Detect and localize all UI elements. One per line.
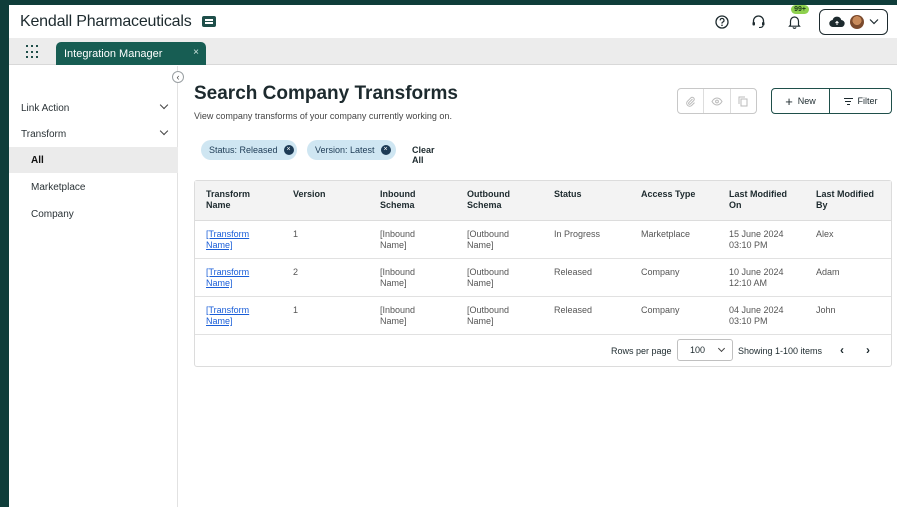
- column-header[interactable]: Transform Name: [206, 189, 266, 211]
- remove-chip-icon[interactable]: ×: [380, 145, 391, 155]
- new-button[interactable]: + New: [772, 89, 830, 113]
- table-cell: Marketplace: [641, 229, 691, 239]
- tab-label: Integration Manager: [64, 47, 163, 60]
- close-icon[interactable]: ×: [193, 47, 199, 58]
- notifications-button[interactable]: 99+: [783, 5, 809, 33]
- avatar: [849, 14, 864, 29]
- copy-icon[interactable]: [731, 89, 756, 113]
- chevron-down-icon: [159, 100, 169, 110]
- sidebar-item-link-action[interactable]: Link Action: [9, 95, 178, 121]
- sidebar-subitem-company[interactable]: Company: [9, 201, 178, 227]
- transform-name-link[interactable]: [Transform Name]: [206, 229, 258, 251]
- table-row: [Transform Name] 1 [Inbound Name] [Outbo…: [195, 221, 891, 259]
- table-cell: 15 June 2024 03:10 PM: [729, 229, 784, 250]
- row-actions-group: [677, 88, 757, 114]
- chevron-down-icon: [869, 19, 878, 25]
- help-icon[interactable]: [711, 11, 733, 33]
- headset-icon[interactable]: [747, 11, 769, 33]
- page-title: Search Company Transforms: [194, 83, 458, 104]
- sidebar-item-transform[interactable]: Transform: [9, 121, 178, 147]
- plus-icon: +: [785, 93, 793, 109]
- table-cell: Adam: [816, 267, 840, 277]
- transform-name-link[interactable]: [Transform Name]: [206, 267, 258, 289]
- rows-per-page-value: 100: [690, 345, 706, 355]
- filter-icon: [843, 97, 853, 105]
- table-cell: In Progress: [554, 229, 601, 239]
- table-cell: 1: [293, 305, 299, 315]
- table-cell: Company: [641, 305, 680, 315]
- apps-grid-icon[interactable]: [26, 45, 40, 59]
- sidebar-item-label: All: [31, 154, 44, 166]
- chip-label: Status: Released: [209, 145, 278, 155]
- table-cell: John: [816, 305, 836, 315]
- table-row: [Transform Name] 2 [Inbound Name] [Outbo…: [195, 259, 891, 297]
- chevron-right-icon[interactable]: ›: [866, 343, 870, 357]
- table-cell: Alex: [816, 229, 834, 239]
- filter-label: Filter: [857, 96, 878, 106]
- table-cell: [Outbound Name]: [467, 267, 510, 288]
- table-cell: Company: [641, 267, 680, 277]
- table-cell: [Inbound Name]: [380, 229, 416, 250]
- table-cell: 10 June 2024 12:10 AM: [729, 267, 784, 288]
- table-row: [Transform Name] 1 [Inbound Name] [Outbo…: [195, 297, 891, 335]
- table-cell: Released: [554, 267, 593, 277]
- remove-chip-icon[interactable]: ×: [283, 145, 294, 155]
- table-cell: [Inbound Name]: [380, 267, 416, 288]
- sidebar-item-label: Transform: [21, 128, 67, 140]
- sidebar-item-label: Marketplace: [31, 181, 86, 193]
- sidebar: Link Action Transform All Marketplace Co…: [9, 66, 178, 507]
- new-label: New: [797, 96, 816, 106]
- notification-badge: 99+: [791, 5, 809, 14]
- column-header[interactable]: Access Type: [641, 189, 711, 200]
- chevron-down-icon: [717, 344, 726, 353]
- chip-label: Version: Latest: [315, 145, 375, 155]
- tab-strip: Integration Manager ×: [9, 38, 897, 65]
- table-header: Transform Name Version Inbound Schema Ou…: [195, 181, 891, 221]
- sidebar-subitem-marketplace[interactable]: Marketplace: [9, 174, 178, 200]
- brand-name: Kendall Pharmaceuticals: [20, 12, 192, 30]
- sidebar-item-label: Company: [31, 208, 74, 220]
- showing-items-text: Showing 1-100 items: [738, 346, 823, 356]
- table-cell: 1: [293, 229, 299, 239]
- table-cell: 2: [293, 267, 299, 277]
- top-bar: Kendall Pharmaceuticals 99+: [9, 5, 897, 38]
- primary-actions: + New Filter: [771, 88, 892, 114]
- rows-per-page-label: Rows per page: [611, 346, 672, 356]
- column-header[interactable]: Inbound Schema: [380, 189, 430, 211]
- transform-name-link[interactable]: [Transform Name]: [206, 305, 258, 327]
- eye-icon[interactable]: [704, 89, 731, 113]
- collapse-sidebar-button[interactable]: ‹: [172, 71, 184, 83]
- column-header[interactable]: Outbound Schema: [467, 189, 517, 211]
- column-header[interactable]: Last Modified On: [729, 189, 793, 211]
- user-menu-button[interactable]: [819, 8, 888, 35]
- chevron-down-icon: [159, 126, 169, 136]
- bell-icon: [787, 16, 801, 29]
- switch-app-icon[interactable]: [201, 16, 216, 27]
- filter-button[interactable]: Filter: [830, 89, 891, 113]
- chevron-left-icon[interactable]: ‹: [840, 343, 844, 357]
- table-cell: [Outbound Name]: [467, 229, 510, 250]
- sidebar-item-label: Link Action: [21, 102, 70, 114]
- attach-icon[interactable]: [678, 89, 705, 113]
- tab-integration-manager[interactable]: Integration Manager ×: [56, 42, 206, 65]
- cloud-icon: [828, 16, 845, 27]
- table-cell: [Inbound Name]: [380, 305, 416, 326]
- table-cell: [Outbound Name]: [467, 305, 510, 326]
- column-header[interactable]: Status: [554, 189, 614, 200]
- transforms-table: Transform Name Version Inbound Schema Ou…: [194, 180, 892, 367]
- page-subtitle: View company transforms of your company …: [194, 111, 452, 121]
- column-header[interactable]: Last Modified By: [816, 189, 882, 211]
- rows-per-page-select[interactable]: 100: [677, 339, 733, 361]
- app-window: Kendall Pharmaceuticals 99+ Integration …: [9, 5, 897, 507]
- table-cell: Released: [554, 305, 593, 315]
- table-cell: 04 June 2024 03:10 PM: [729, 305, 784, 326]
- column-header[interactable]: Version: [293, 189, 353, 200]
- sidebar-subitem-all[interactable]: All: [9, 147, 178, 173]
- filter-chip-status[interactable]: Status: Released ×: [201, 140, 297, 160]
- filter-chip-version[interactable]: Version: Latest ×: [307, 140, 396, 160]
- clear-all-button[interactable]: Clear All: [412, 145, 435, 165]
- pagination: Rows per page 100 Showing 1-100 items ‹ …: [195, 335, 891, 367]
- top-bar-actions: 99+: [711, 5, 897, 38]
